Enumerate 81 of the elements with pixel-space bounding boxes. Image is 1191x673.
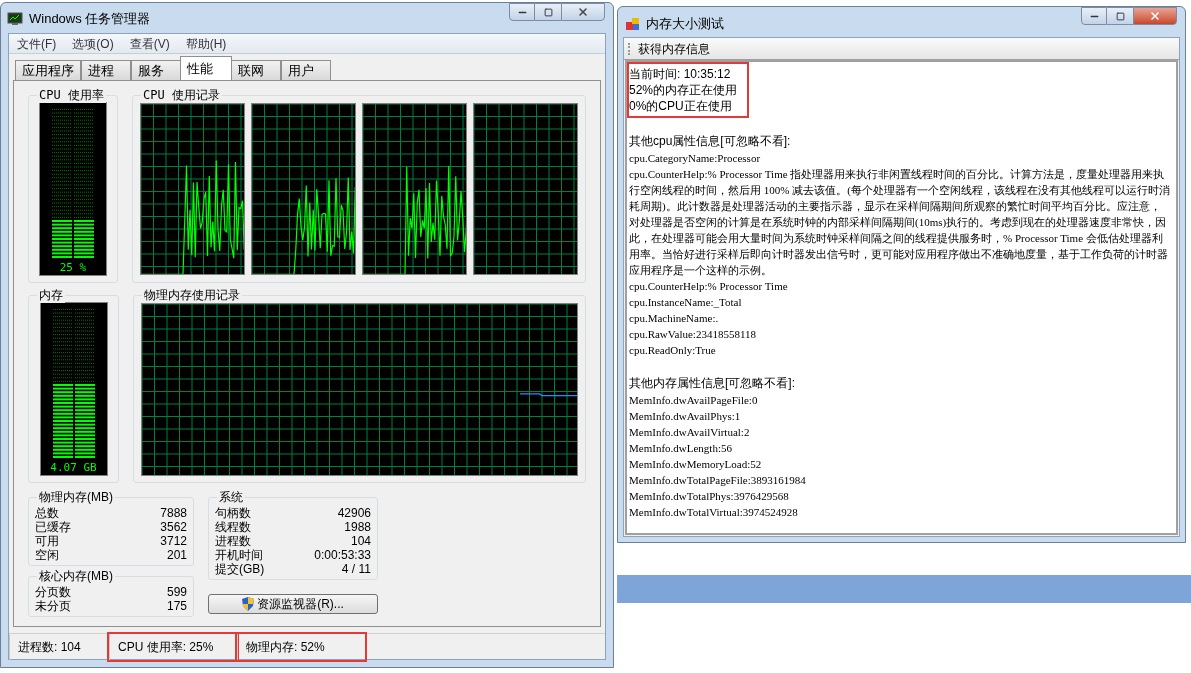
close-icon [1149, 10, 1161, 22]
close-button[interactable] [1133, 7, 1177, 25]
stat-label: 进程数 [215, 534, 251, 548]
stat-label: 已缓存 [35, 520, 71, 534]
stat-value: 3712 [160, 534, 187, 548]
status-pane: 进程数: 104 [9, 633, 109, 660]
meter-reading: 25 % [59, 261, 87, 275]
property-line: MemInfo.dwAvailPhys:1 [629, 409, 742, 424]
tab[interactable]: 进程 [81, 60, 131, 80]
stat-label: 分页数 [35, 585, 71, 599]
stat-label: 未分页 [35, 599, 71, 613]
meter-reading: 4.07 GB [50, 461, 97, 475]
stat-label: 线程数 [215, 520, 251, 534]
status-pane: 物理内存: 52% [237, 633, 365, 660]
stat-value: 0:00:53:33 [314, 548, 371, 562]
property-line: MemInfo.dwTotalPageFile:3893161984 [629, 473, 807, 488]
stat-value: 4 / 11 [341, 562, 371, 576]
tab[interactable]: 联网 [231, 60, 281, 80]
property-line: MemInfo.dwTotalPhys:3976429568 [629, 489, 790, 504]
window-title: Windows 任务管理器 [29, 10, 151, 28]
close-button[interactable] [561, 3, 605, 21]
stat-label: 开机时间 [215, 548, 263, 562]
property-line: MemInfo.dwAvailPageFile:0 [629, 393, 759, 408]
group-title: 核心内存(MB) [37, 568, 115, 584]
property-line: cpu.CounterHelp:% Processor Time [629, 279, 789, 294]
property-line: MemInfo.dwLength:56 [629, 441, 733, 456]
property-line: cpu.InstanceName:_Total [629, 295, 743, 310]
menu-item[interactable]: 选项(O) [66, 34, 120, 53]
stat-value: 42906 [337, 506, 371, 520]
menu-item[interactable]: 文件(F) [11, 34, 63, 53]
maximize-icon [1115, 11, 1125, 21]
app-icon [626, 16, 640, 31]
property-line: cpu.ReadOnly:True [629, 343, 717, 358]
section-heading: 其他cpu属性信息[可忽略不看]: [629, 133, 792, 150]
maximize-button[interactable] [1107, 7, 1133, 25]
close-icon [577, 6, 589, 18]
minimize-button[interactable] [1081, 7, 1107, 25]
status-line: 0%的CPU正在使用 [629, 98, 733, 114]
stat-label: 空闲 [35, 548, 59, 562]
tab[interactable]: 服务 [131, 60, 181, 80]
stat-value: 1988 [344, 520, 371, 534]
monitor-icon [7, 11, 23, 26]
property-line: cpu.CounterHelp:% Processor Time 指处理器用来执行非闲置线程时间的百分比。计算方法是，度量处理器用来执行空闲线程的时间，然后用 100% 减去该值。(每个处理器有一个空闲线程，该线程在没有其他线程可以运行时消耗周期)。此计数器是处理器活动的主要指示器，显示在采样间隔期间所观察的繁忙时间平均百分比。应注意，对处理器是否空闲的计算是在系统时钟的内部采样间隔期间(10ms)执行的。考虑到现在的处理器速度非常快，因此，在处理器可能会用大量时间为系统时钟采样间隔之间的线程提供服务时，% Processor Time 会低估处理器利用率。当恰好进行采样后即向计时器发出信号时，更可能对应用程序做出不准确地度量，基于工作负荷的计时器应用程序是一个这样的示例。 [629, 167, 1171, 278]
tab[interactable]: 性能 [180, 56, 232, 80]
status-pane: CPU 使用率: 25% [109, 633, 237, 660]
group-title: 系统 [217, 489, 245, 505]
stat-label: 句柄数 [215, 506, 251, 520]
tab[interactable]: 应用程序 [15, 60, 81, 80]
property-line: cpu.RawValue:23418558118 [629, 327, 757, 342]
stat-value: 599 [166, 585, 187, 599]
stat-label: 总数 [35, 506, 59, 520]
status-line: 当前时间: 10:35:12 [629, 66, 732, 82]
group-title: CPU 使用率 [37, 87, 106, 103]
property-line: cpu.CategoryName:Processor [629, 151, 762, 166]
maximize-icon [543, 7, 553, 17]
property-line: MemInfo.dwAvailVirtual:2 [629, 425, 751, 440]
stat-value: 3562 [160, 520, 187, 534]
property-line: cpu.MachineName:. [629, 311, 720, 326]
menu-item[interactable]: 查看(V) [123, 34, 176, 53]
stat-value: 104 [350, 534, 371, 548]
property-line: MemInfo.dwTotalVirtual:3974524928 [629, 505, 799, 520]
stat-value: 7888 [160, 506, 187, 520]
group-title: 内存 [37, 287, 65, 303]
stat-label: 可用 [35, 534, 59, 548]
stat-value: 175 [166, 599, 187, 613]
tab[interactable]: 用户 [281, 60, 331, 80]
group-title: 物理内存使用记录 [142, 287, 242, 303]
get-memory-info-button[interactable]: 获得内存信息 [636, 39, 712, 58]
minimize-button[interactable] [509, 3, 535, 21]
section-heading: 其他内存属性信息[可忽略不看]: [629, 375, 796, 392]
group-title: CPU 使用记录 [141, 87, 222, 103]
menu-item[interactable]: 帮助(H) [179, 34, 233, 53]
property-line: MemInfo.dwMemoryLoad:52 [629, 457, 763, 472]
status-line: 52%的内存正在使用 [629, 82, 739, 98]
window-title: 内存大小测试 [646, 15, 724, 33]
maximize-button[interactable] [535, 3, 561, 21]
stat-label: 提交(GB) [215, 562, 265, 576]
stat-value: 201 [166, 548, 187, 562]
shield-icon [242, 597, 255, 611]
resource-monitor-button[interactable]: 资源监视器(R)... [208, 594, 378, 614]
group-title: 物理内存(MB) [37, 489, 115, 505]
